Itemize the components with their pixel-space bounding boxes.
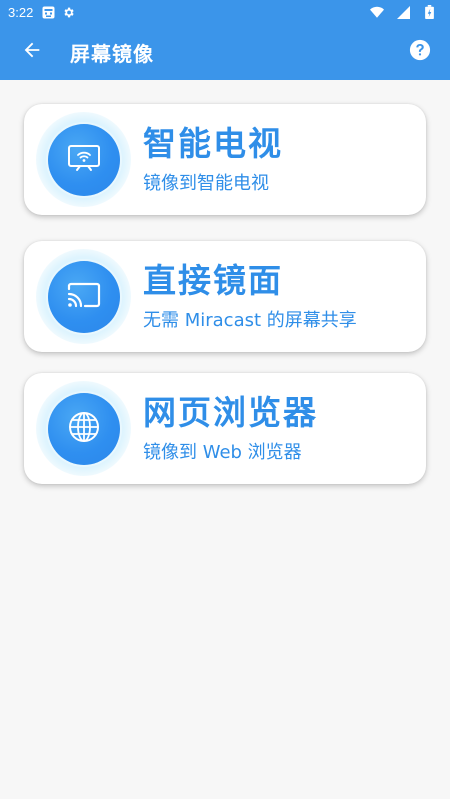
direct-mirror-icon-halo — [36, 249, 131, 344]
direct-mirror-card[interactable]: 直接镜面 无需 Miracast 的屏幕共享 — [24, 241, 426, 352]
arrow-left-icon — [21, 39, 43, 65]
app-notification-icon — [41, 5, 55, 19]
smart-tv-subtitle: 镜像到智能电视 — [143, 173, 269, 194]
status-time: 3:22 — [8, 4, 34, 20]
wifi-icon — [370, 5, 384, 19]
web-browser-card[interactable]: 网页浏览器 镜像到 Web 浏览器 — [24, 373, 426, 484]
web-browser-icon-halo — [36, 381, 131, 476]
help-button[interactable] — [406, 38, 434, 66]
help-circle-icon — [409, 39, 431, 65]
status-bar: 3:22 — [0, 0, 450, 24]
globe-icon — [67, 410, 101, 448]
battery-icon — [422, 5, 436, 19]
smart-tv-icon — [67, 143, 101, 177]
direct-mirror-subtitle: 无需 Miracast 的屏幕共享 — [143, 310, 357, 331]
cellular-signal-icon — [396, 5, 410, 19]
web-browser-subtitle: 镜像到 Web 浏览器 — [143, 442, 302, 463]
web-browser-icon-badge — [47, 392, 120, 465]
status-right-group — [370, 5, 442, 19]
settings-gear-icon — [61, 5, 75, 19]
cast-icon — [67, 281, 101, 313]
smart-tv-card[interactable]: 智能电视 镜像到智能电视 — [24, 104, 426, 215]
smart-tv-title: 智能电视 — [143, 124, 283, 163]
web-browser-title: 网页浏览器 — [143, 393, 318, 432]
direct-mirror-title: 直接镜面 — [143, 261, 283, 300]
smart-tv-icon-halo — [36, 112, 131, 207]
direct-mirror-icon-badge — [47, 260, 120, 333]
back-button[interactable] — [4, 24, 60, 80]
smart-tv-icon-badge — [47, 123, 120, 196]
app-bar: 屏幕镜像 — [0, 24, 450, 80]
page-title: 屏幕镜像 — [70, 41, 154, 66]
